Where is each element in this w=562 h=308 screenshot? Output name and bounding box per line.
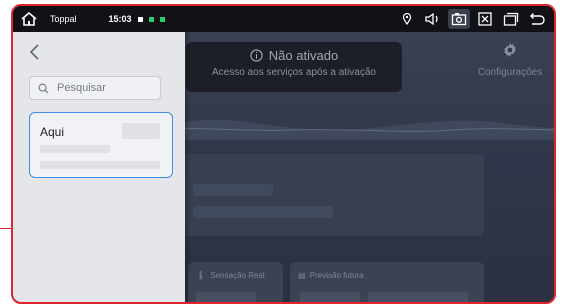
panel-shadow <box>185 32 191 302</box>
settings-button[interactable]: Configurações <box>465 42 554 78</box>
weather-panel <box>183 154 484 236</box>
search-placeholder: Pesquisar <box>57 82 106 94</box>
notice-title-row: Não ativado <box>186 48 402 63</box>
back-arrow-icon[interactable] <box>27 42 43 62</box>
forecast-card[interactable]: ▤ Previsão futura <box>290 262 484 302</box>
back-nav-button[interactable] <box>526 9 548 29</box>
speaker-icon <box>425 12 438 26</box>
thermometer-icon: 🌡 <box>196 271 207 280</box>
notification-icon <box>137 16 143 22</box>
notice-subtitle: Acesso aos serviços após a ativação <box>212 67 376 78</box>
app-name: Toppal <box>50 14 77 24</box>
notice-title: Não ativado <box>268 48 339 63</box>
decorative-wave <box>153 119 554 140</box>
location-button[interactable] <box>396 9 418 29</box>
settings-label: Configurações <box>477 67 543 78</box>
close-app-button[interactable] <box>474 9 496 29</box>
placeholder-bar <box>368 292 468 302</box>
placeholder-bar <box>300 292 360 302</box>
home-button[interactable] <box>18 8 40 30</box>
home-icon <box>21 12 37 26</box>
recent-apps-icon <box>503 12 519 26</box>
status-actions <box>396 9 548 29</box>
forecast-label: Previsão futura <box>309 271 364 280</box>
screenshot-button[interactable] <box>448 9 470 29</box>
activation-notice[interactable]: Não ativado Acesso aos serviços após a a… <box>186 42 402 92</box>
location-pin-icon <box>402 13 412 25</box>
placeholder-bar <box>193 206 333 218</box>
search-side-panel: Pesquisar Aqui <box>13 32 185 302</box>
info-icon <box>250 49 263 62</box>
notification-icon <box>159 16 165 22</box>
notification-icon <box>148 16 154 22</box>
return-icon <box>530 13 545 25</box>
calendar-icon: ▤ <box>298 271 306 280</box>
result-card[interactable]: Aqui <box>29 112 173 178</box>
feels-like-label: Sensação Real <box>210 271 265 280</box>
volume-button[interactable] <box>422 9 444 29</box>
clock: 15:03 <box>108 14 132 24</box>
feels-like-card[interactable]: 🌡 Sensação Real <box>188 262 283 302</box>
search-icon <box>38 83 49 94</box>
gear-icon <box>504 43 516 57</box>
result-label: Aqui <box>40 125 65 139</box>
camera-icon <box>451 13 467 26</box>
placeholder-bar <box>196 292 256 302</box>
search-input[interactable]: Pesquisar <box>29 76 161 100</box>
recent-apps-button[interactable] <box>500 9 522 29</box>
placeholder-line <box>40 145 110 153</box>
status-bar: Toppal 15:03 <box>13 6 554 32</box>
placeholder-bar <box>193 184 273 196</box>
placeholder-line <box>40 161 160 169</box>
placeholder-block <box>122 123 160 139</box>
device-screen: Não ativado Acesso aos serviços após a a… <box>11 4 556 304</box>
close-box-icon <box>478 12 492 26</box>
